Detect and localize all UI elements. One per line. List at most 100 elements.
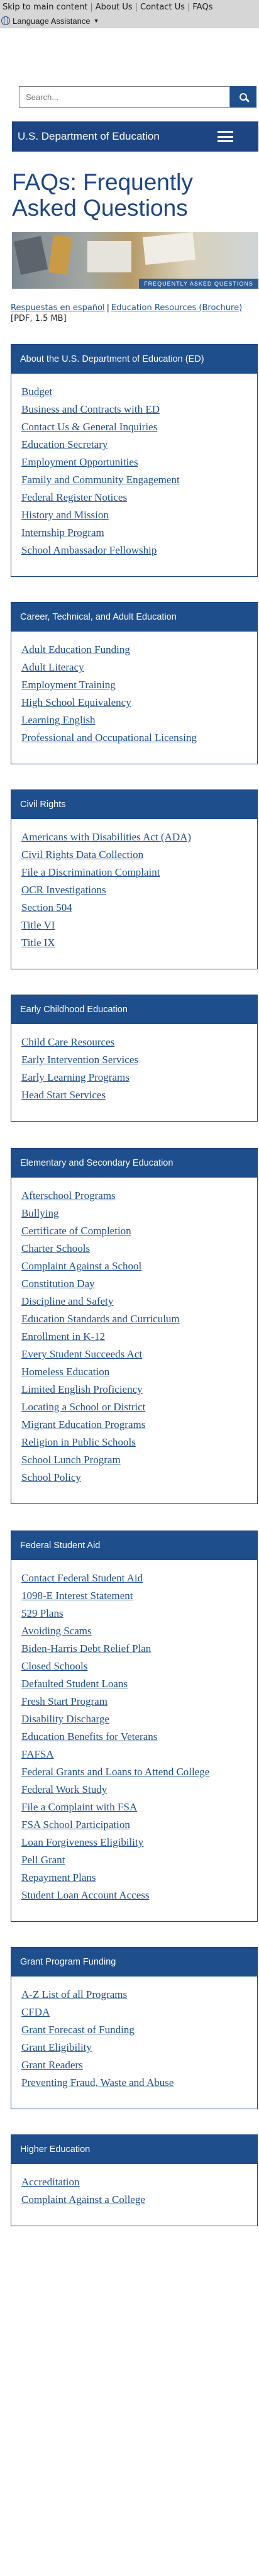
faq-link[interactable]: Defaulted Student Loans <box>21 1677 257 1690</box>
faq-link[interactable]: Every Student Succeeds Act <box>21 1347 257 1361</box>
faq-link[interactable]: Federal Register Notices <box>21 491 257 504</box>
separator: | <box>106 303 110 313</box>
faq-link[interactable]: School Lunch Program <box>21 1453 257 1466</box>
skip-to-main-link[interactable]: Skip to main content <box>1 3 89 12</box>
faq-link[interactable]: Enrollment in K-12 <box>21 1330 257 1343</box>
faq-link[interactable]: Employment Training <box>21 678 257 691</box>
faq-link[interactable]: Contact Us & General Inquiries <box>21 420 257 433</box>
faq-link[interactable]: Title IX <box>21 936 257 949</box>
faq-link[interactable]: Limited English Proficiency <box>21 1383 257 1396</box>
search-button[interactable] <box>230 86 256 108</box>
faq-link[interactable]: Early Intervention Services <box>21 1053 257 1066</box>
faq-section-heading: Grant Program Funding <box>11 1948 257 1977</box>
faq-link[interactable]: Migrant Education Programs <box>21 1418 257 1431</box>
faq-link[interactable]: 1098-E Interest Statement <box>21 1589 257 1602</box>
separator: | <box>90 2 93 12</box>
faq-link[interactable]: Professional and Occupational Licensing <box>21 731 257 744</box>
faq-link[interactable]: Section 504 <box>21 901 257 914</box>
faq-link[interactable]: Education Secretary <box>21 438 257 451</box>
faq-link[interactable]: Complaint Against a College <box>21 2193 257 2206</box>
faq-link[interactable]: Grant Readers <box>21 2058 257 2071</box>
about-us-link[interactable]: About Us <box>94 3 134 12</box>
hero-banner-caption: FREQUENTLY ASKED QUESTIONS <box>139 279 258 289</box>
faq-link[interactable]: Grant Forecast of Funding <box>21 2023 257 2036</box>
faq-link[interactable]: Bullying <box>21 1207 257 1220</box>
faq-link[interactable]: Contact Federal Student Aid <box>21 1571 257 1585</box>
faq-section-heading: Career, Technical, and Adult Education <box>11 603 257 632</box>
faq-section-panel: About the U.S. Department of Education (… <box>11 344 258 577</box>
faq-section-panel: Higher Education Accreditation Complaint A… <box>11 2134 258 2226</box>
faq-section-panel: Federal Student Aid Contact Federal Stude… <box>11 1531 258 1922</box>
page-title: FAQs: Frequently Asked Questions <box>12 169 193 221</box>
faq-link[interactable]: Avoiding Scams <box>21 1624 257 1637</box>
faq-link[interactable]: Discipline and Safety <box>21 1295 257 1308</box>
faq-section-links: A-Z List of all Programs CFDA Grant Foreca… <box>11 1977 257 2109</box>
faq-link[interactable]: Charter Schools <box>21 1242 257 1255</box>
contact-us-link[interactable]: Contact Us <box>139 3 186 12</box>
globe-icon <box>1 16 10 25</box>
faq-link[interactable]: Accreditation <box>21 2175 257 2188</box>
faq-link[interactable]: Budget <box>21 385 257 398</box>
faq-link[interactable]: Business and Contracts with ED <box>21 403 257 416</box>
faq-link[interactable]: Biden-Harris Debt Relief Plan <box>21 1642 257 1655</box>
faq-link[interactable]: File a Discrimination Complaint <box>21 866 257 879</box>
faq-link[interactable]: School Policy <box>21 1471 257 1484</box>
faq-link[interactable]: Afterschool Programs <box>21 1189 257 1202</box>
faq-link[interactable]: CFDA <box>21 2005 257 2019</box>
faq-link[interactable]: Head Start Services <box>21 1088 257 1101</box>
faq-link[interactable]: Religion in Public Schools <box>21 1436 257 1449</box>
faq-link[interactable]: FSA School Participation <box>21 1818 257 1831</box>
faq-link[interactable]: Civil Rights Data Collection <box>21 848 257 861</box>
faq-link[interactable]: Disability Discharge <box>21 1712 257 1726</box>
faq-link[interactable]: Child Care Resources <box>21 1035 257 1049</box>
faq-link[interactable]: Closed Schools <box>21 1659 257 1673</box>
faq-link[interactable]: Grant Eligibility <box>21 2041 257 2054</box>
faq-link[interactable]: Americans with Disabilities Act (ADA) <box>21 830 257 844</box>
hamburger-menu-icon[interactable] <box>218 131 233 142</box>
faq-link[interactable]: Student Loan Account Access <box>21 1888 257 1902</box>
faq-link[interactable]: 529 Plans <box>21 1607 257 1620</box>
faq-link[interactable]: Title VI <box>21 918 257 932</box>
faq-link[interactable]: Adult Literacy <box>21 661 257 674</box>
spanish-answers-link[interactable]: Respuestas en español <box>11 303 105 313</box>
faq-link[interactable]: Early Learning Programs <box>21 1071 257 1084</box>
faq-link[interactable]: OCR Investigations <box>21 883 257 896</box>
faq-link[interactable]: Employment Opportunities <box>21 455 257 469</box>
faq-link[interactable]: Federal Grants and Loans to Attend Colle… <box>21 1765 257 1778</box>
faq-section-panel: Grant Program Funding A-Z List of all Pro… <box>11 1947 258 2109</box>
faq-link[interactable]: High School Equivalency <box>21 696 257 709</box>
brochure-link[interactable]: Education Resources (Brochure) <box>111 303 242 313</box>
faq-link[interactable]: Adult Education Funding <box>21 643 257 656</box>
faq-link[interactable]: Pell Grant <box>21 1853 257 1866</box>
faq-link[interactable]: Repayment Plans <box>21 1871 257 1884</box>
faq-link[interactable]: FAFSA <box>21 1748 257 1761</box>
faq-link[interactable]: Learning English <box>21 713 257 727</box>
faq-link[interactable]: Loan Forgiveness Eligibility <box>21 1836 257 1849</box>
faq-section-heading: Federal Student Aid <box>11 1531 257 1560</box>
faq-link[interactable]: Education Standards and Curriculum <box>21 1312 257 1325</box>
separator: | <box>187 2 190 12</box>
faq-link[interactable]: School Ambassador Fellowship <box>21 544 257 557</box>
faqs-link[interactable]: FAQs <box>191 3 214 12</box>
faq-link[interactable]: Certificate of Completion <box>21 1224 257 1237</box>
faq-link[interactable]: Federal Work Study <box>21 1783 257 1796</box>
faq-link[interactable]: Homeless Education <box>21 1365 257 1378</box>
faq-link[interactable]: Fresh Start Program <box>21 1695 257 1708</box>
faq-section-panel: Elementary and Secondary Education Afters… <box>11 1148 258 1504</box>
faq-link[interactable]: Preventing Fraud, Waste and Abuse <box>21 2076 257 2089</box>
faq-link[interactable]: Internship Program <box>21 526 257 539</box>
faq-link[interactable]: Family and Community Engagement <box>21 473 257 486</box>
faq-section-links: Accreditation Complaint Against a College <box>11 2164 257 2226</box>
faq-link[interactable]: Constitution Day <box>21 1277 257 1290</box>
site-brand-link[interactable]: U.S. Department of Education <box>12 130 160 143</box>
search-form <box>0 28 259 108</box>
search-input[interactable] <box>19 86 230 108</box>
faq-link[interactable]: History and Mission <box>21 508 257 521</box>
language-assistance-button[interactable]: Language Assistance ▼ <box>0 14 259 28</box>
faq-section-panel: Early Childhood Education Child Care Reso… <box>11 995 258 1122</box>
faq-link[interactable]: Complaint Against a School <box>21 1259 257 1273</box>
faq-link[interactable]: Locating a School or District <box>21 1400 257 1413</box>
faq-link[interactable]: File a Complaint with FSA <box>21 1800 257 1814</box>
faq-link[interactable]: Education Benefits for Veterans <box>21 1730 257 1743</box>
faq-link[interactable]: A-Z List of all Programs <box>21 1988 257 2001</box>
